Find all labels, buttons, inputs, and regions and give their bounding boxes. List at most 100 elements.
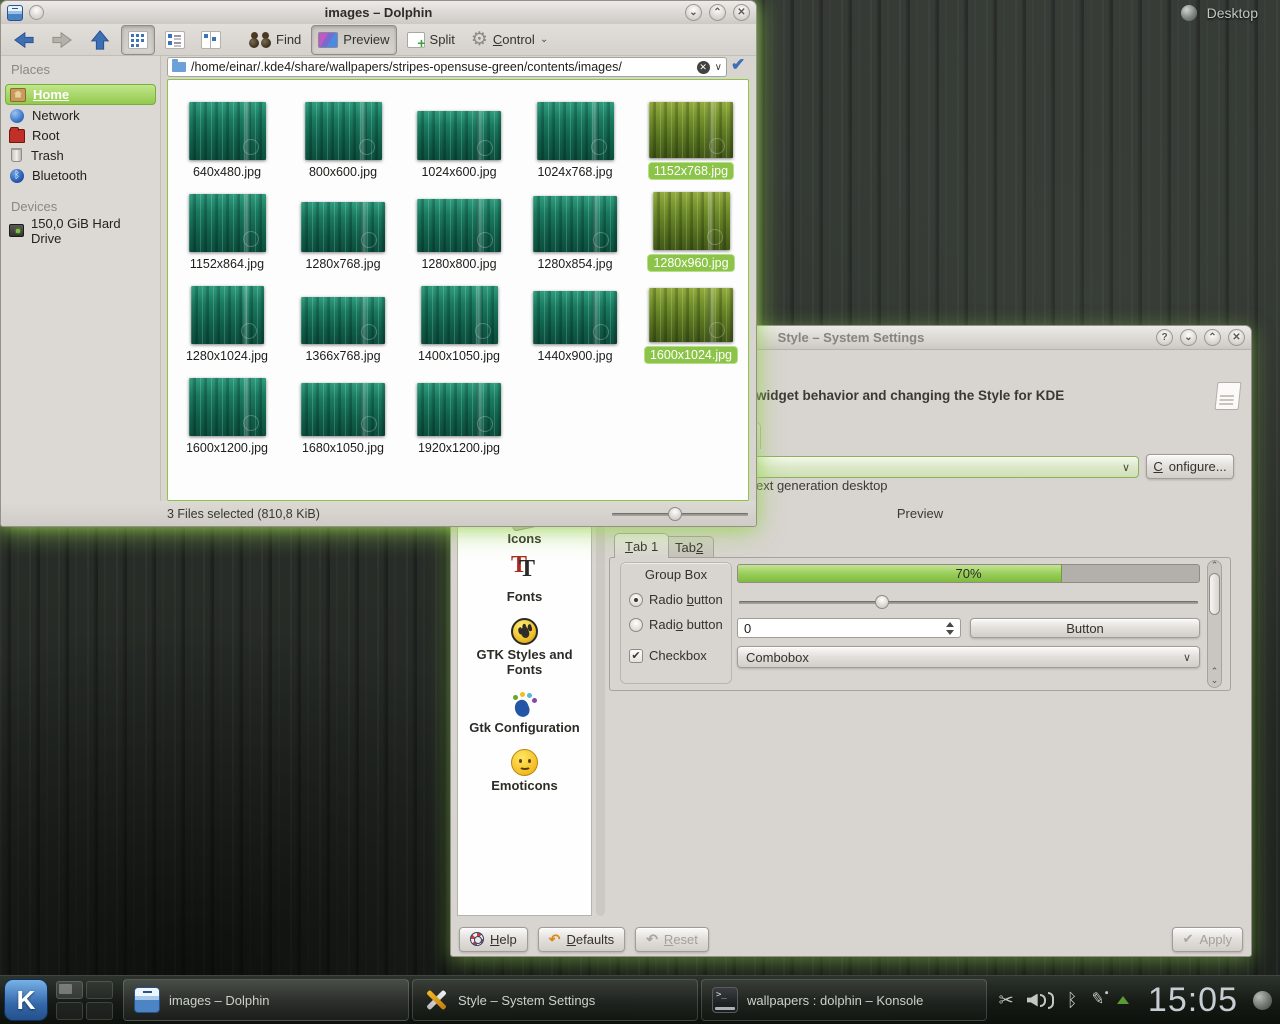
sidebar-module-gtkstyles[interactable]: GTK Styles and Fonts [458,618,591,677]
file-item[interactable]: 1920x1200.jpg [401,364,517,456]
file-item[interactable]: 1152x768.jpg [633,88,749,180]
radio-row[interactable]: Radio button [629,592,731,607]
tab-2[interactable]: Tab 2 [664,536,714,558]
location-path[interactable]: /home/einar/.kde4/share/wallpapers/strip… [191,60,692,74]
close-button[interactable]: ✕ [733,4,750,21]
file-item[interactable]: 800x600.jpg [285,88,401,180]
tab-1[interactable]: Tab 1 [614,533,669,558]
clipboard-scissors-icon[interactable]: ✂ [999,991,1014,1009]
location-dropdown-icon[interactable]: ∨ [715,62,722,73]
scrollbar-handle[interactable] [1209,573,1220,615]
find-button[interactable]: Find [243,26,307,54]
desktop-pager[interactable] [56,981,113,1020]
pager-desktop-3[interactable] [56,1002,83,1020]
file-thumbnail[interactable] [189,378,266,436]
zoom-slider[interactable] [612,506,748,522]
clear-location-icon[interactable]: ✕ [697,61,710,74]
file-thumbnail[interactable] [417,111,501,160]
file-thumbnail[interactable] [189,102,266,160]
file-item[interactable]: 1600x1200.jpg [169,364,285,456]
file-item[interactable]: 1280x800.jpg [401,180,517,272]
radio-button-checked[interactable] [629,593,643,607]
up-button[interactable] [83,26,117,54]
file-thumbnail[interactable] [417,383,501,436]
columns-view-button[interactable] [195,26,227,54]
back-button[interactable] [7,26,41,54]
preview-button[interactable]: Button [970,618,1200,638]
pager-desktop-1[interactable] [56,981,83,999]
file-thumbnail[interactable] [301,383,385,436]
radio-button-unchecked[interactable] [629,618,643,632]
cashew-icon[interactable] [1181,5,1197,21]
sidebar-item-network[interactable]: Network [5,106,156,125]
kde-menu-button[interactable]: K [4,979,48,1021]
sidebar-module-emoticons[interactable]: Emoticons [458,749,591,793]
details-view-button[interactable] [159,26,191,54]
reset-button[interactable]: ↶ Reset [635,927,709,952]
file-item[interactable]: 1600x1024.jpg [633,272,749,364]
sidebar-item-trash[interactable]: Trash [5,146,156,165]
checkbox-row[interactable]: ✔ Checkbox [629,648,731,663]
file-thumbnail[interactable] [537,102,614,160]
file-item[interactable]: 1024x600.jpg [401,88,517,180]
file-thumbnail[interactable] [649,102,733,158]
sidebar-module-gtkconfig[interactable]: Gtk Configuration [458,691,591,735]
sidebar-item-root[interactable]: Root [5,126,156,145]
slider-track[interactable] [739,601,1198,604]
volume-icon[interactable] [1027,992,1054,1009]
icons-view-button[interactable] [121,25,155,55]
file-thumbnail[interactable] [305,102,382,160]
file-thumbnail[interactable] [191,286,264,344]
file-thumbnail[interactable] [421,286,498,344]
scroll-up-icon[interactable]: ⌃ [1211,561,1219,570]
desktop-toolbox[interactable]: Desktop [1181,5,1258,21]
file-thumbnail[interactable] [649,288,733,342]
location-bar[interactable]: /home/einar/.kde4/share/wallpapers/strip… [167,57,727,77]
file-item[interactable]: 1280x1024.jpg [169,272,285,364]
preview-combobox[interactable]: Combobox ∨ [737,646,1200,668]
bluetooth-icon[interactable]: ᛒ [1067,991,1078,1009]
go-checkmark-icon[interactable]: ✔ [731,55,745,75]
minimize-button[interactable]: ⌄ [1180,329,1197,346]
forward-button[interactable] [45,26,79,54]
panel-cashew-icon[interactable] [1253,991,1272,1010]
task-konsole[interactable]: wallpapers : dolphin – Konsole [701,979,987,1021]
file-item[interactable]: 1280x854.jpg [517,180,633,272]
configure-button[interactable]: Configure... [1146,454,1234,479]
sidebar-item-home[interactable]: Home [5,84,156,105]
preview-scrollbar[interactable]: ⌃ ⌃ ⌄ [1207,560,1222,688]
file-thumbnail[interactable] [301,202,385,252]
maximize-button[interactable]: ⌃ [1204,329,1221,346]
pager-desktop-4[interactable] [86,1002,113,1020]
slider-handle[interactable] [668,507,682,521]
task-systemsettings[interactable]: Style – System Settings [412,979,698,1021]
sidebar-item-device[interactable]: 150,0 GiB Hard Drive [5,221,156,240]
file-item[interactable]: 1024x768.jpg [517,88,633,180]
file-item[interactable]: 1152x864.jpg [169,180,285,272]
help-window-button[interactable]: ? [1156,329,1173,346]
scroll-down-icon[interactable]: ⌄ [1211,676,1219,685]
minimize-button[interactable]: ⌄ [685,4,702,21]
file-thumbnail[interactable] [533,291,617,344]
preview-toggle-button[interactable]: Preview [311,25,396,55]
file-thumbnail[interactable] [301,297,385,344]
file-item[interactable]: 1680x1050.jpg [285,364,401,456]
file-thumbnail[interactable] [189,194,266,252]
file-view[interactable]: 640x480.jpg 800x600.jpg 1024x600.jpg 102… [167,79,749,501]
file-item[interactable]: 640x480.jpg [169,88,285,180]
file-item[interactable]: 1280x768.jpg [285,180,401,272]
maximize-button[interactable]: ⌃ [709,4,726,21]
tray-expander-icon[interactable] [1117,996,1129,1004]
apply-button[interactable]: ✔ Apply [1172,927,1243,952]
pager-desktop-2[interactable] [86,981,113,999]
preview-spinbox[interactable]: 0 [737,618,961,638]
file-thumbnail[interactable] [653,192,730,250]
control-button[interactable]: ⚙ Control ⌄ [465,26,554,54]
sidebar-item-bluetooth[interactable]: ᛒ Bluetooth [5,166,156,185]
help-button[interactable]: Help [459,927,528,952]
file-thumbnail[interactable] [417,199,501,252]
file-item[interactable]: 1366x768.jpg [285,272,401,364]
task-dolphin[interactable]: images – Dolphin [123,979,409,1021]
slider-handle[interactable] [875,595,889,609]
file-thumbnail[interactable] [533,196,617,252]
